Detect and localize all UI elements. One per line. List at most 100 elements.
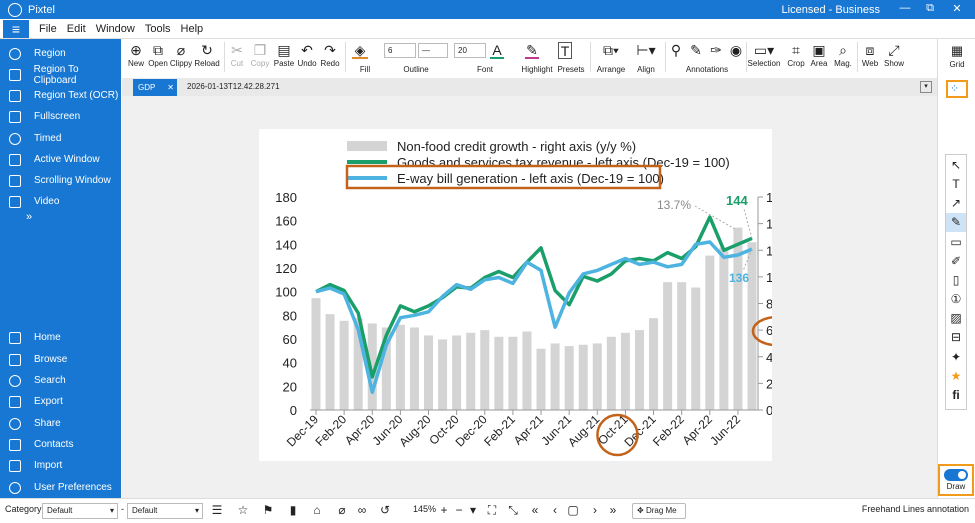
text-tool[interactable]: T xyxy=(946,175,966,194)
zoom-level[interactable]: 145% xyxy=(413,504,436,514)
zoom-out-icon[interactable]: − xyxy=(452,503,466,517)
zoom-in-icon[interactable]: + xyxy=(437,503,451,517)
sidebar-item-timed[interactable]: Timed xyxy=(0,128,121,149)
annotation-tool-4[interactable]: ◉ xyxy=(727,42,745,59)
sidebar-item-user-preferences[interactable]: User Preferences xyxy=(0,477,121,498)
sparkle-tool[interactable]: ✦ xyxy=(946,348,966,367)
reload-button[interactable]: ↻ Reload xyxy=(194,42,220,68)
sidebar-item-fullscreen[interactable]: Fullscreen xyxy=(0,106,121,127)
arrow-tool[interactable]: ↗ xyxy=(946,194,966,213)
menu-edit[interactable]: Edit xyxy=(67,23,86,35)
sidebar-item-home[interactable]: Home xyxy=(0,327,121,348)
area-button[interactable]: ▣ Area xyxy=(809,42,829,68)
font-tool[interactable]: fi xyxy=(946,386,966,405)
fill-color-picker[interactable]: ◈ xyxy=(350,42,380,59)
sidebar-item-video[interactable]: Video xyxy=(0,191,121,212)
restore-button[interactable]: ⧉ xyxy=(920,2,940,15)
menu-help[interactable]: Help xyxy=(181,23,204,35)
outline-style-select[interactable]: — xyxy=(418,43,448,58)
prev-page-icon[interactable]: ‹ xyxy=(548,503,562,517)
link-icon[interactable]: ∞ xyxy=(355,503,369,517)
category-select[interactable]: Default ▾ xyxy=(42,503,118,519)
close-tab-icon[interactable]: ✕ xyxy=(167,79,174,96)
sidebar-item-export[interactable]: Export xyxy=(0,391,121,412)
drag-me-button[interactable]: ✥ Drag Me xyxy=(632,503,686,519)
sidebar-item-region-to-clipboard[interactable]: Region To Clipboard xyxy=(0,64,121,86)
more-chevron-icon[interactable]: » xyxy=(26,211,32,223)
new-button[interactable]: ⊕ New xyxy=(125,42,147,68)
redo-button[interactable]: ↷ Redo xyxy=(319,42,341,68)
arrange-button[interactable]: ⧉▾ xyxy=(594,42,628,59)
actual-size-icon[interactable]: ⤡ xyxy=(506,503,520,518)
draw-toggle[interactable]: Draw xyxy=(940,466,972,495)
selection-button[interactable]: ▭▾ Selection xyxy=(747,42,781,68)
next-page-icon[interactable]: › xyxy=(588,503,602,517)
tags-icon[interactable]: ⌂ xyxy=(310,503,324,517)
outline-width-select[interactable]: 6 xyxy=(384,43,416,58)
zoom-dropdown-icon[interactable]: ▾ xyxy=(466,503,480,517)
sidebar-item-region[interactable]: Region xyxy=(0,43,121,64)
marker-tool[interactable]: ✐ xyxy=(946,252,966,271)
clippy-button[interactable]: ⌀ Clippy xyxy=(169,42,193,68)
font-size-select[interactable]: 20 xyxy=(454,43,486,58)
menu-tools[interactable]: Tools xyxy=(145,23,171,35)
highlight-picker[interactable]: ✎ xyxy=(521,42,553,59)
bookmark-icon[interactable]: ▮ xyxy=(286,503,300,517)
hamburger-menu-icon[interactable]: ≡ xyxy=(3,19,29,38)
attach-icon[interactable]: ⌀ xyxy=(335,503,349,517)
crop-button[interactable]: ⌗ Crop xyxy=(786,42,806,68)
font-color-picker[interactable]: A xyxy=(488,42,516,59)
close-button[interactable]: ✕ xyxy=(947,2,967,15)
pointer-tool[interactable]: ↖ xyxy=(946,156,966,175)
undo-button[interactable]: ↶ Undo xyxy=(296,42,318,68)
draw-switch[interactable] xyxy=(944,469,968,481)
number-tool[interactable]: ① xyxy=(946,290,966,309)
sidebar-item-scrolling-window[interactable]: Scrolling Window xyxy=(0,170,121,191)
first-page-icon[interactable]: « xyxy=(528,503,542,517)
sidebar-item-import[interactable]: Import xyxy=(0,455,121,476)
star-outline-icon[interactable]: ☆ xyxy=(236,503,250,517)
magnify-button[interactable]: ⌕ Mag. xyxy=(831,42,855,68)
menu-window[interactable]: Window xyxy=(96,23,135,35)
fit-icon[interactable]: ⛶ xyxy=(485,503,499,518)
open-button[interactable]: ⧉ Open xyxy=(147,42,169,68)
annotation-tool-1[interactable]: ⚲ xyxy=(667,42,685,59)
sidebar-item-region-text-ocr[interactable]: Region Text (OCR) xyxy=(0,85,121,106)
tab-gdp[interactable]: GDP ✕ xyxy=(133,79,177,96)
align-button[interactable]: ⊢▾ xyxy=(630,42,662,59)
paste-button[interactable]: ▤ Paste xyxy=(273,42,295,68)
annotation-tool-2[interactable]: ✎ xyxy=(687,42,705,59)
pen-tool[interactable]: ✎ xyxy=(946,213,966,232)
chart-image[interactable]: Non-food credit growth - right axis (y/y… xyxy=(259,129,803,461)
star-tool[interactable]: ★ xyxy=(946,367,966,386)
sidebar-item-share[interactable]: Share xyxy=(0,413,121,434)
grid-button[interactable]: ▦ Grid xyxy=(945,43,969,69)
sidebar-item-active-window[interactable]: Active Window xyxy=(0,149,121,170)
image-tool[interactable]: ▨ xyxy=(946,309,966,328)
sidebar-item-search[interactable]: Search xyxy=(0,370,121,391)
note-tool[interactable]: ▯ xyxy=(946,271,966,290)
category-dash: - xyxy=(121,504,124,514)
presets-button[interactable]: T xyxy=(556,42,586,59)
minimize-button[interactable]: — xyxy=(895,2,915,14)
cut-button[interactable]: ✂ Cut xyxy=(228,42,246,68)
flag-icon[interactable]: ⚑ xyxy=(261,503,275,517)
style-select[interactable]: Default ▾ xyxy=(127,503,203,519)
notes-icon[interactable]: ☰ xyxy=(210,503,224,517)
rectangle-icon: ▭ xyxy=(950,235,962,249)
sidebar-item-contacts[interactable]: Contacts xyxy=(0,434,121,455)
rectangle-tool[interactable]: ▭ xyxy=(946,233,966,252)
stamp-tool[interactable]: ⊟ xyxy=(946,328,966,347)
apps-icon[interactable]: ⁘ xyxy=(950,82,959,95)
page-icon[interactable]: ▢ xyxy=(566,503,580,517)
tab-dropdown-icon[interactable]: ▾ xyxy=(920,81,932,93)
annotation-tool-3[interactable]: ✑ xyxy=(707,42,725,59)
sidebar-item-browse[interactable]: Browse xyxy=(0,349,121,370)
show-button[interactable]: ⤢ Show xyxy=(882,42,906,68)
copy-button[interactable]: ❐ Copy xyxy=(249,42,271,68)
sidebar: Region Region To Clipboard Region Text (… xyxy=(0,39,121,498)
web-button[interactable]: ⧈ Web xyxy=(859,42,881,68)
last-page-icon[interactable]: » xyxy=(606,503,620,517)
history-icon[interactable]: ↺ xyxy=(378,503,392,517)
menu-file[interactable]: File xyxy=(39,23,57,35)
